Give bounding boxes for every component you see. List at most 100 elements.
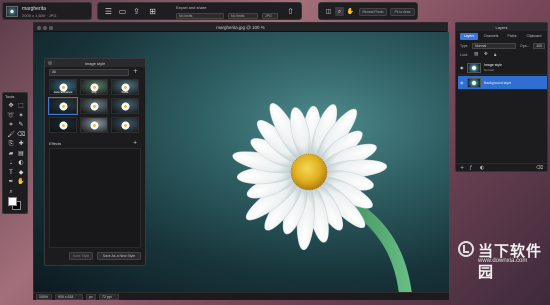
save-new-style-button[interactable]: Save As a New Style — [97, 252, 141, 260]
brush-icon[interactable]: 🖌︎ — [7, 131, 15, 139]
export-format-select[interactable]: JPG — [262, 13, 278, 19]
mask-icon[interactable]: ◐ — [480, 165, 484, 171]
view-toolbar: ◫ ⌕ ✋ Reveal Photo Fit to Area — [318, 2, 418, 20]
clone-icon[interactable]: ⎘ — [7, 140, 15, 148]
document-thumbnail — [6, 6, 18, 17]
thumbnail-flower — [59, 102, 68, 111]
tab-paths[interactable]: Paths — [504, 33, 520, 40]
hand-icon[interactable]: ✋ — [346, 7, 355, 16]
style-thumbnail-label: Auto Enhance — [53, 90, 73, 94]
open-tray-icon[interactable]: ▭ — [118, 7, 127, 16]
export-share-icon[interactable]: ⇧ — [286, 7, 295, 16]
tab-layers[interactable]: Layers — [460, 33, 478, 40]
lock-all-icon[interactable]: 🔒︎ — [494, 52, 496, 58]
image-style-panel: Image style All + Auto Enhance Fuji Dusk E… — [44, 58, 146, 266]
style-thumbnail-grid: Auto Enhance Fuji Dusk — [48, 79, 141, 139]
add-layer-icon[interactable]: + — [460, 165, 464, 171]
layer-thumbnail — [467, 78, 481, 88]
layers-footer: + ƒ ◐ ⌫ — [456, 163, 547, 172]
hand-icon[interactable]: ✋ — [17, 178, 25, 186]
thumbnail-flower — [90, 102, 99, 111]
style-thumbnail[interactable]: Dusk — [111, 79, 139, 95]
units-field[interactable]: px — [86, 294, 96, 300]
save-style-button[interactable]: Save Style — [69, 252, 93, 260]
hamburger-menu-icon[interactable]: ☰ — [104, 7, 113, 16]
style-thumbnail[interactable] — [48, 97, 78, 115]
selection-icon[interactable]: ⬚ — [17, 102, 25, 110]
compare-icon[interactable]: ◫ — [324, 7, 333, 16]
resolution-field: 72 ppi — [99, 294, 119, 300]
document-name: margherita — [22, 6, 46, 12]
image-style-title: Image style — [84, 60, 106, 66]
layer-blend-mode: Normal — [484, 68, 494, 72]
fit-to-area-button[interactable]: Fit to Area — [390, 8, 415, 16]
thumbnail-flower — [90, 121, 99, 130]
zoom-icon[interactable]: ⌕ — [335, 7, 344, 16]
foreground-color-swatch[interactable] — [8, 197, 17, 206]
export-height-field[interactable]: No limits — [228, 13, 258, 19]
watermark-logo-mark — [463, 245, 469, 253]
style-thumbnail-label: Dusk — [121, 90, 129, 94]
reveal-photo-button[interactable]: Reveal Photo — [359, 8, 387, 16]
lock-label: Lock — [460, 53, 468, 57]
share-icon[interactable]: ⇪ — [132, 7, 141, 16]
document-titlebar: margherita.jpg @ 100 % — [34, 23, 447, 32]
tab-clipboard[interactable]: Clipboard — [522, 33, 546, 40]
style-thumbnail-label: Fuji — [91, 90, 97, 94]
document-tab[interactable]: margherita 2000 x 1,600 · JPG — [2, 2, 92, 20]
tools-title: Tools — [5, 94, 15, 99]
export-width-field[interactable]: No limits — [176, 13, 224, 19]
visibility-eye-icon[interactable]: ◉ — [460, 65, 464, 70]
eraser-icon[interactable]: ⌫ — [17, 131, 25, 139]
heal-icon[interactable]: ✚ — [17, 140, 25, 148]
visibility-eye-icon[interactable]: ◉ — [460, 80, 464, 85]
eyedropper-icon[interactable]: ✎ — [17, 121, 25, 129]
thumbnail-flower — [121, 102, 130, 111]
layers-title: Layers — [495, 24, 508, 30]
zoom-level-field[interactable]: 100% — [36, 294, 52, 300]
style-thumbnail[interactable]: Fuji — [80, 79, 108, 95]
delete-layer-icon[interactable]: ⌫ — [536, 165, 543, 171]
lasso-icon[interactable]: ➰ — [7, 112, 15, 120]
image-style-titlebar: Image style — [45, 59, 145, 67]
tab-channels[interactable]: Channels — [480, 33, 502, 40]
layer-name: Image style — [484, 63, 502, 67]
layer-row-background[interactable]: ◉ Background layer — [458, 76, 547, 90]
gradient-icon[interactable]: ▤ — [17, 150, 25, 158]
layer-style-icon[interactable]: ƒ — [470, 165, 472, 171]
layer-thumbnail — [467, 63, 481, 73]
style-thumbnail[interactable] — [111, 98, 139, 114]
add-style-icon[interactable]: + — [133, 68, 138, 75]
style-category-select[interactable]: All — [49, 69, 129, 76]
blur-icon[interactable]: 💧︎ — [7, 159, 15, 167]
document-size-info: 2000 x 1,600 · JPG — [22, 13, 57, 18]
style-thumbnail[interactable] — [49, 117, 77, 133]
blend-mode-select[interactable]: Normal — [472, 43, 516, 49]
crop-icon[interactable]: ⌗ — [7, 121, 15, 129]
opacity-field[interactable]: 100 — [533, 43, 545, 49]
lock-position-icon[interactable]: ✥ — [484, 52, 488, 57]
text-icon[interactable]: T — [7, 169, 15, 177]
export-label: Export and share — [176, 5, 207, 10]
pen-icon[interactable]: ✒ — [7, 178, 15, 186]
layers-titlebar: Layers — [456, 23, 547, 31]
style-thumbnail[interactable] — [80, 117, 108, 133]
dodge-icon[interactable]: ◐ — [17, 159, 25, 167]
style-thumbnail[interactable] — [80, 98, 108, 114]
thumbnail-flower — [121, 121, 130, 130]
zoom-icon[interactable]: ⌕ — [7, 188, 15, 196]
style-thumbnail[interactable] — [111, 117, 139, 133]
shape-icon[interactable]: ◆ — [17, 169, 25, 177]
magic-wand-icon[interactable]: ✶ — [17, 112, 25, 120]
style-thumbnail[interactable]: Auto Enhance — [49, 79, 77, 95]
status-bar: 100% 900 x 618 px 72 ppi — [34, 292, 449, 300]
layer-name: Background layer — [484, 80, 512, 85]
layer-row-image-style[interactable]: ◉ Image style Normal — [458, 61, 547, 75]
document-window-title: margherita.jpg @ 100 % — [216, 25, 265, 30]
add-effect-icon[interactable]: + — [133, 140, 137, 146]
fill-icon[interactable]: ▰ — [7, 150, 15, 158]
lock-pixels-icon[interactable]: ▨ — [474, 52, 478, 57]
move-icon[interactable]: ✥ — [7, 102, 15, 110]
layers-panel: Layers Layers Channels Paths Clipboard T… — [455, 22, 548, 172]
arrange-icon[interactable]: ⊞ — [148, 7, 157, 16]
